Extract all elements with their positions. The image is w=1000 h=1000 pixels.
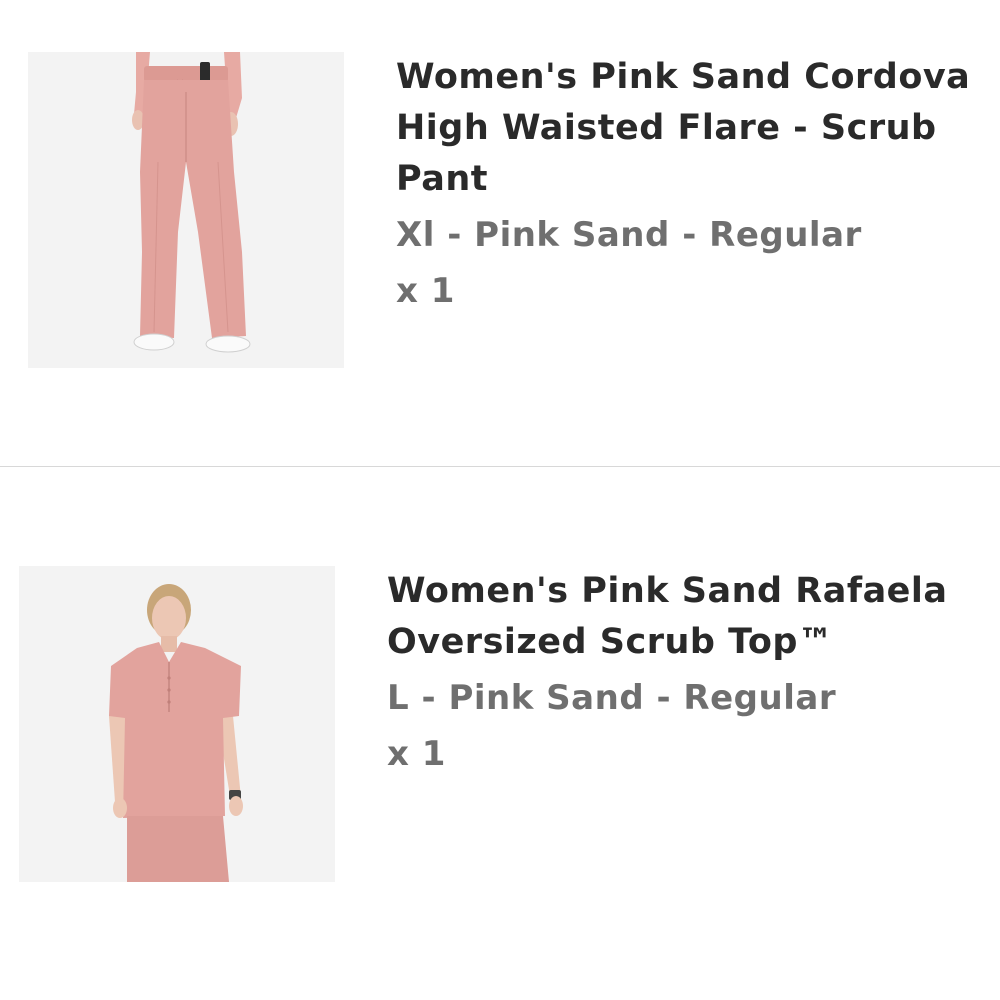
product-info: Women's Pink Sand Cordova High Waisted F… bbox=[396, 52, 970, 313]
product-title[interactable]: Women's Pink Sand Cordova High Waisted F… bbox=[396, 52, 970, 205]
product-title[interactable]: Women's Pink Sand Rafaela Oversized Scru… bbox=[387, 566, 948, 668]
product-image[interactable] bbox=[19, 566, 335, 882]
cart-item[interactable]: Women's Pink Sand Cordova High Waisted F… bbox=[0, 0, 1000, 466]
product-quantity: x 1 bbox=[387, 734, 446, 774]
product-title-line: Oversized Scrub Top™ bbox=[387, 622, 834, 662]
cart-item[interactable]: Women's Pink Sand Rafaela Oversized Scru… bbox=[0, 467, 1000, 1000]
product-image[interactable] bbox=[28, 52, 344, 368]
product-variant: Xl - Pink Sand - Regular bbox=[396, 215, 862, 255]
product-info: Women's Pink Sand Rafaela Oversized Scru… bbox=[387, 566, 948, 776]
top-product-image bbox=[19, 566, 335, 882]
product-title-line: Pant bbox=[396, 159, 488, 199]
product-variant: L - Pink Sand - Regular bbox=[387, 678, 837, 718]
pant-product-image bbox=[28, 52, 344, 368]
product-quantity: x 1 bbox=[396, 271, 455, 311]
product-title-line: Women's Pink Sand Rafaela bbox=[387, 571, 948, 611]
product-title-line: Women's Pink Sand Cordova bbox=[396, 57, 971, 97]
product-title-line: High Waisted Flare - Scrub bbox=[396, 108, 937, 148]
